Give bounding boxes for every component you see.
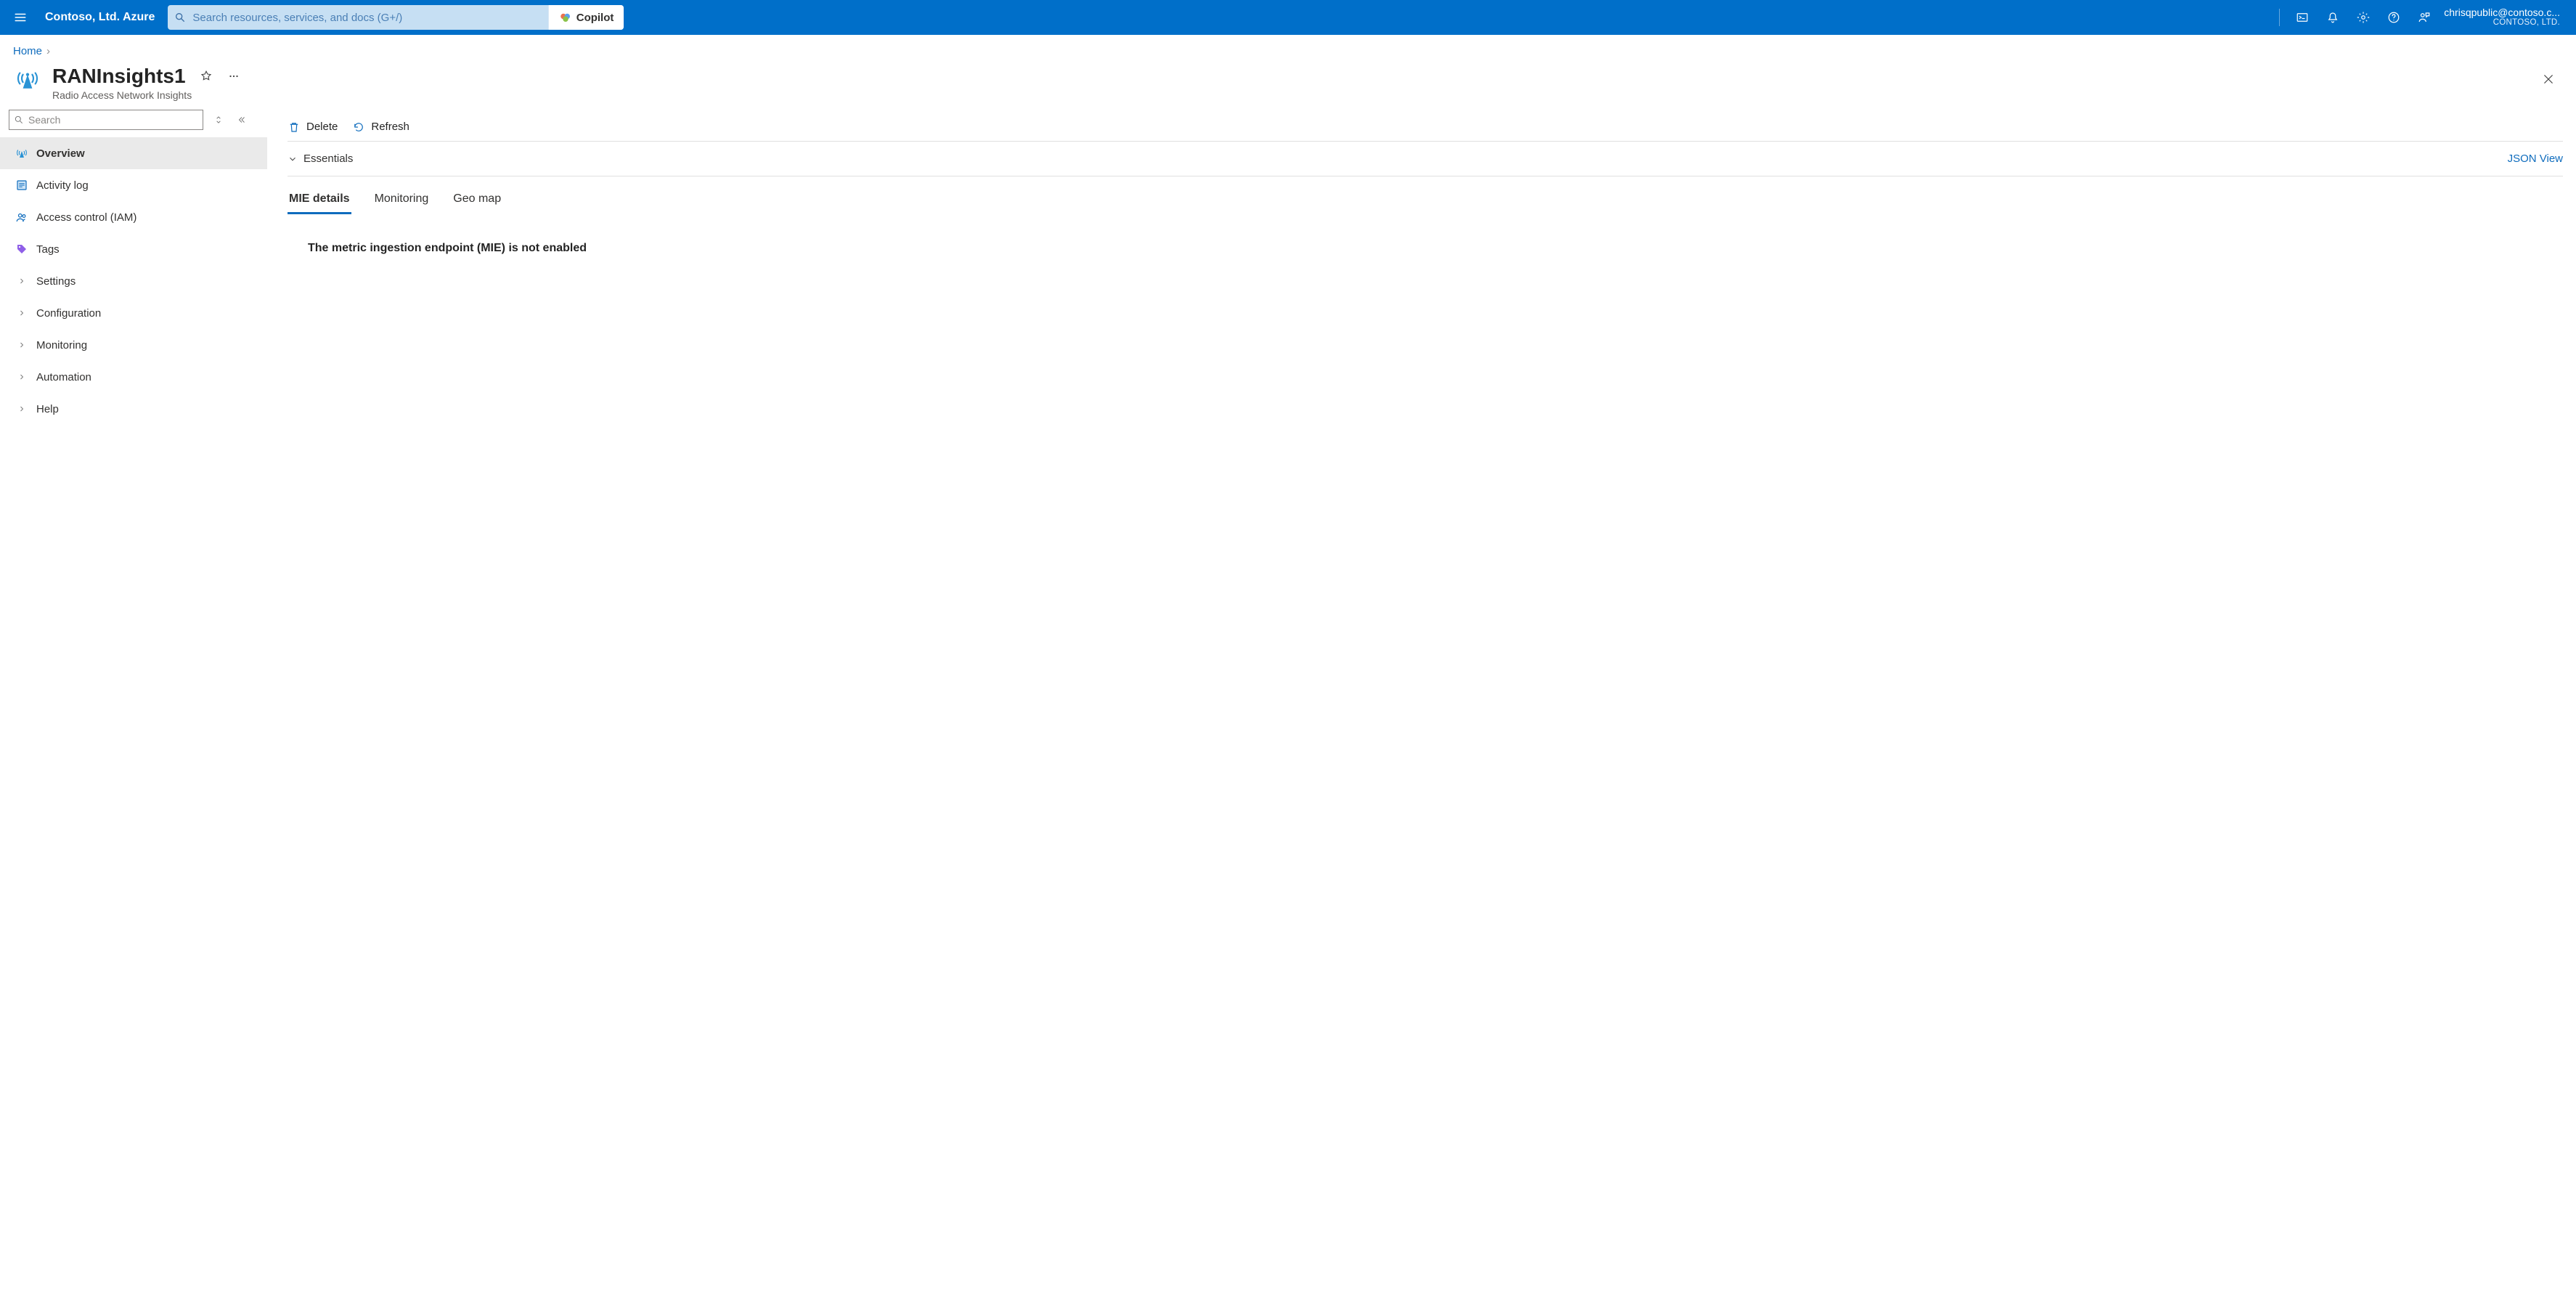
sidebar-item-help[interactable]: Help [0,393,267,425]
chevron-right-icon: › [46,45,50,57]
sidebar-item-settings[interactable]: Settings [0,265,267,297]
expand-collapse-button[interactable] [211,112,227,128]
account-tenant: CONTOSO, LTD. [2444,18,2560,28]
settings-button[interactable] [2348,0,2379,35]
divider [2279,9,2280,26]
json-view-link[interactable]: JSON View [2508,153,2563,165]
sidebar-item-monitoring[interactable]: Monitoring [0,329,267,361]
essentials-label: Essentials [303,153,353,165]
collapse-menu-button[interactable] [234,112,250,128]
account-email: chrisqpublic@contoso.c... [2444,7,2560,18]
copilot-icon [559,11,572,24]
gear-icon [2357,11,2370,24]
sidebar-item-overview[interactable]: Overview [0,137,267,169]
close-blade-button[interactable] [2534,65,2563,94]
refresh-icon [352,121,365,134]
main-content: Delete Refresh Essentials JSON View MIE … [267,108,2576,425]
portal-brand[interactable]: Contoso, Ltd. Azure [35,11,165,24]
mie-status-message: The metric ingestion endpoint (MIE) is n… [288,213,2563,255]
breadcrumb: Home › [0,35,2576,62]
sidebar-item-configuration[interactable]: Configuration [0,297,267,329]
more-actions-button[interactable] [224,66,244,86]
resource-title-bar: RANInsights1 Radio Access Network Insigh… [0,62,2576,108]
ellipsis-icon [227,70,240,83]
sidebar-item-label: Help [36,403,59,415]
chevron-icon [15,306,29,320]
sidebar-item-access-control-iam-[interactable]: Access control (IAM) [0,201,267,233]
delete-button[interactable]: Delete [288,121,338,134]
content-tabs: MIE details Monitoring Geo map [288,187,2563,213]
chevron-icon [15,370,29,384]
help-icon [2387,11,2400,24]
tab-mie-details[interactable]: MIE details [288,187,351,213]
sidebar-item-label: Settings [36,275,76,288]
sidebar-item-tags[interactable]: Tags [0,233,267,265]
refresh-button[interactable]: Refresh [352,121,409,134]
chevron-icon [15,274,29,288]
resource-subtype: Radio Access Network Insights [52,89,244,101]
bell-icon [2326,11,2339,24]
top-utility-bar [2272,0,2440,35]
sidebar-item-automation[interactable]: Automation [0,361,267,393]
chevron-icon [15,338,29,352]
sidebar-item-label: Automation [36,371,91,383]
sidebar-item-label: Access control (IAM) [36,211,136,224]
feedback-button[interactable] [2409,0,2440,35]
resource-menu: Overview Activity log Access control (IAM)… [0,108,267,425]
person-feedback-icon [2418,11,2431,24]
hamburger-menu-button[interactable] [6,11,35,24]
sidebar-item-label: Tags [36,243,60,256]
antenna-icon [15,146,29,161]
essentials-bar: Essentials JSON View [288,142,2563,176]
breadcrumb-home[interactable]: Home [13,45,42,57]
notifications-button[interactable] [2318,0,2348,35]
help-button[interactable] [2379,0,2409,35]
refresh-label: Refresh [371,121,409,133]
command-bar: Delete Refresh [288,113,2563,142]
search-icon [168,12,192,23]
tab-monitoring[interactable]: Monitoring [373,187,431,213]
close-icon [2542,73,2555,86]
resource-menu-search[interactable] [9,110,203,130]
copilot-button[interactable]: Copilot [548,5,624,30]
sidebar-item-label: Overview [36,147,85,160]
top-bar: Contoso, Ltd. Azure Copilot [0,0,2576,35]
tab-geo-map[interactable]: Geo map [452,187,502,213]
chevron-down-icon [288,154,298,164]
resource-type-icon [13,65,42,94]
star-icon [200,70,213,83]
search-icon [14,115,24,125]
essentials-toggle[interactable]: Essentials [288,153,353,165]
copilot-label: Copilot [576,12,614,24]
account-menu[interactable]: chrisqpublic@contoso.c... CONTOSO, LTD. [2440,7,2570,28]
resource-menu-search-input[interactable] [28,114,198,126]
cloud-shell-icon [2296,11,2309,24]
favorite-button[interactable] [196,66,216,86]
hamburger-icon [14,11,27,24]
global-search-input[interactable] [192,5,547,30]
sidebar-item-activity-log[interactable]: Activity log [0,169,267,201]
people-icon [15,210,29,224]
delete-label: Delete [306,121,338,133]
global-search[interactable]: Copilot [168,5,624,30]
antenna-icon [15,67,40,92]
sidebar-item-label: Monitoring [36,339,87,352]
cloud-shell-button[interactable] [2287,0,2318,35]
sidebar-item-label: Configuration [36,307,101,320]
tag-icon [15,242,29,256]
page-title: RANInsights1 [52,65,186,88]
activity-icon [15,178,29,192]
chevron-double-left-icon [237,115,247,125]
sidebar-item-label: Activity log [36,179,89,192]
sort-icon [213,115,224,125]
chevron-icon [15,402,29,416]
trash-icon [288,121,301,134]
